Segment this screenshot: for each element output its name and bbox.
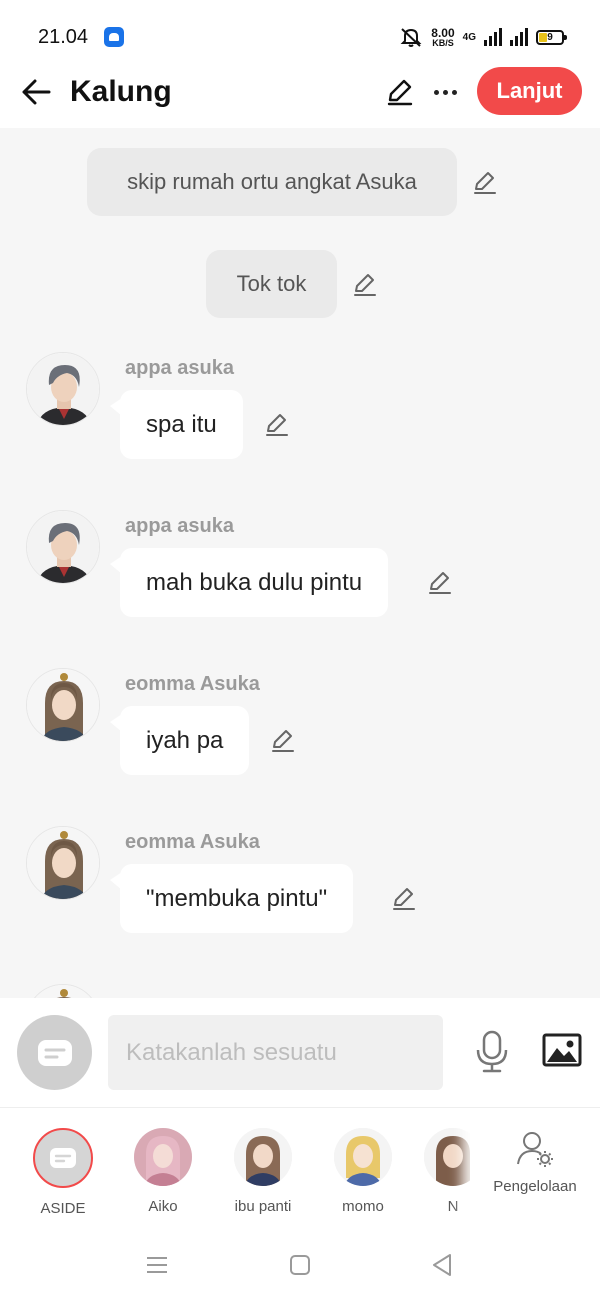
narration-text: skip rumah ortu angkat Asuka bbox=[127, 169, 417, 194]
avatar bbox=[234, 1128, 292, 1186]
character-aside[interactable]: ASIDE bbox=[18, 1128, 108, 1217]
next-button[interactable]: Lanjut bbox=[477, 67, 582, 115]
dot-icon bbox=[442, 89, 448, 95]
image-upload-button[interactable] bbox=[540, 1030, 584, 1070]
network-type: 4G bbox=[462, 31, 476, 43]
edit-message-button[interactable] bbox=[268, 725, 298, 755]
recent-apps-button[interactable] bbox=[137, 1250, 177, 1280]
message-text: "membuka pintu" bbox=[146, 884, 328, 912]
message-text: iyah pa bbox=[146, 726, 224, 754]
message-input[interactable] bbox=[108, 1015, 443, 1090]
character-selector: ASIDE Aiko ibu panti momo N Pengelolaan bbox=[0, 1108, 600, 1230]
app-notification-icon bbox=[104, 27, 124, 47]
pencil-icon bbox=[393, 888, 415, 910]
dot-icon bbox=[433, 89, 439, 95]
man-avatar-icon bbox=[27, 353, 99, 425]
dot-icon bbox=[451, 89, 457, 95]
woman-avatar-icon bbox=[27, 669, 99, 741]
signal-icon-2 bbox=[510, 28, 528, 46]
avatar-eomma-asuka[interactable] bbox=[26, 984, 100, 998]
character-aiko[interactable]: Aiko bbox=[118, 1128, 208, 1215]
back-button[interactable] bbox=[18, 74, 54, 110]
microphone-icon bbox=[476, 1030, 508, 1073]
character-ibu-panti[interactable]: ibu panti bbox=[218, 1128, 308, 1215]
manage-label: Pengelolaan bbox=[493, 1178, 577, 1195]
chat-bubble-icon bbox=[37, 1039, 72, 1066]
pencil-icon bbox=[266, 414, 288, 436]
character-name: ASIDE bbox=[40, 1200, 86, 1217]
girl-avatar-icon bbox=[334, 1128, 392, 1186]
narration-bubble[interactable]: skip rumah ortu angkat Asuka bbox=[87, 148, 457, 216]
status-bar: 21.04 8.00 KB/S 4G 9 bbox=[0, 0, 600, 66]
woman-avatar-icon bbox=[134, 1128, 192, 1186]
message-bubble[interactable]: spa itu bbox=[110, 390, 243, 459]
pencil-icon bbox=[429, 572, 451, 594]
avatar-appa-asuka[interactable] bbox=[26, 510, 100, 584]
voice-input-button[interactable] bbox=[470, 1028, 514, 1076]
edit-message-button[interactable] bbox=[425, 567, 455, 597]
avatar-eomma-asuka[interactable] bbox=[26, 826, 100, 900]
man-avatar-icon bbox=[27, 511, 99, 583]
edit-message-button[interactable] bbox=[389, 883, 419, 913]
system-navigation-bar bbox=[0, 1230, 600, 1300]
message-bubble[interactable]: "membuka pintu" bbox=[109, 864, 354, 933]
pencil-icon bbox=[272, 730, 294, 752]
sender-name: eomma Asuka bbox=[125, 831, 260, 853]
narration-mode-button[interactable] bbox=[17, 1015, 92, 1090]
woman-avatar-icon bbox=[234, 1128, 292, 1186]
aside-avatar bbox=[33, 1128, 93, 1188]
chat-bubble-icon bbox=[50, 1148, 76, 1168]
image-icon bbox=[542, 1033, 582, 1067]
message-text: mah buka dulu pintu bbox=[146, 568, 363, 596]
message-text: spa itu bbox=[146, 410, 217, 438]
message-bubble[interactable]: mah buka dulu pintu bbox=[109, 548, 389, 617]
page-title: Kalung bbox=[70, 75, 172, 108]
avatar bbox=[134, 1128, 192, 1186]
system-back-button[interactable] bbox=[422, 1250, 462, 1280]
character-name: Aiko bbox=[148, 1198, 178, 1215]
sender-name: eomma Asuka bbox=[125, 673, 260, 695]
battery-icon: 9 bbox=[536, 29, 567, 45]
pencil-icon bbox=[387, 79, 413, 106]
character-name: N bbox=[447, 1198, 459, 1215]
arrow-left-icon bbox=[22, 79, 51, 105]
avatar-appa-asuka[interactable] bbox=[26, 352, 100, 426]
user-settings-icon bbox=[517, 1132, 553, 1167]
app-header: Kalung Lanjut bbox=[0, 66, 600, 128]
mute-bell-icon bbox=[400, 28, 422, 47]
chat-area[interactable]: skip rumah ortu angkat Asuka Tok tok app… bbox=[0, 128, 600, 998]
pencil-icon bbox=[354, 274, 376, 296]
edit-message-button[interactable] bbox=[470, 167, 500, 197]
sender-name: appa asuka bbox=[125, 357, 234, 379]
avatar-eomma-asuka[interactable] bbox=[26, 668, 100, 742]
message-input-bar bbox=[0, 998, 600, 1108]
triangle-back-icon bbox=[433, 1254, 451, 1276]
character-name: momo bbox=[342, 1198, 384, 1215]
more-options-button[interactable] bbox=[428, 75, 462, 109]
square-icon bbox=[290, 1255, 310, 1275]
sender-name: appa asuka bbox=[125, 515, 234, 537]
edit-message-button[interactable] bbox=[350, 269, 380, 299]
message-bubble[interactable]: iyah pa bbox=[109, 706, 250, 775]
woman-avatar-icon bbox=[27, 827, 99, 899]
status-time: 21.04 bbox=[38, 26, 89, 48]
avatar bbox=[334, 1128, 392, 1186]
narration-bubble[interactable]: Tok tok bbox=[206, 250, 337, 318]
signal-icon bbox=[484, 28, 502, 46]
edit-message-button[interactable] bbox=[262, 409, 292, 439]
manage-characters-button[interactable]: Pengelolaan bbox=[470, 1108, 600, 1230]
pencil-icon bbox=[474, 172, 496, 194]
network-speed: 8.00 KB/S bbox=[431, 25, 455, 48]
character-momo[interactable]: momo bbox=[318, 1128, 408, 1215]
edit-title-button[interactable] bbox=[383, 75, 417, 109]
status-indicators: 8.00 KB/S 4G 9 bbox=[399, 24, 567, 50]
character-name: ibu panti bbox=[234, 1198, 292, 1215]
home-button[interactable] bbox=[280, 1250, 320, 1280]
menu-icon bbox=[147, 1257, 167, 1273]
narration-text: Tok tok bbox=[236, 271, 307, 296]
woman-avatar-icon bbox=[27, 985, 99, 998]
